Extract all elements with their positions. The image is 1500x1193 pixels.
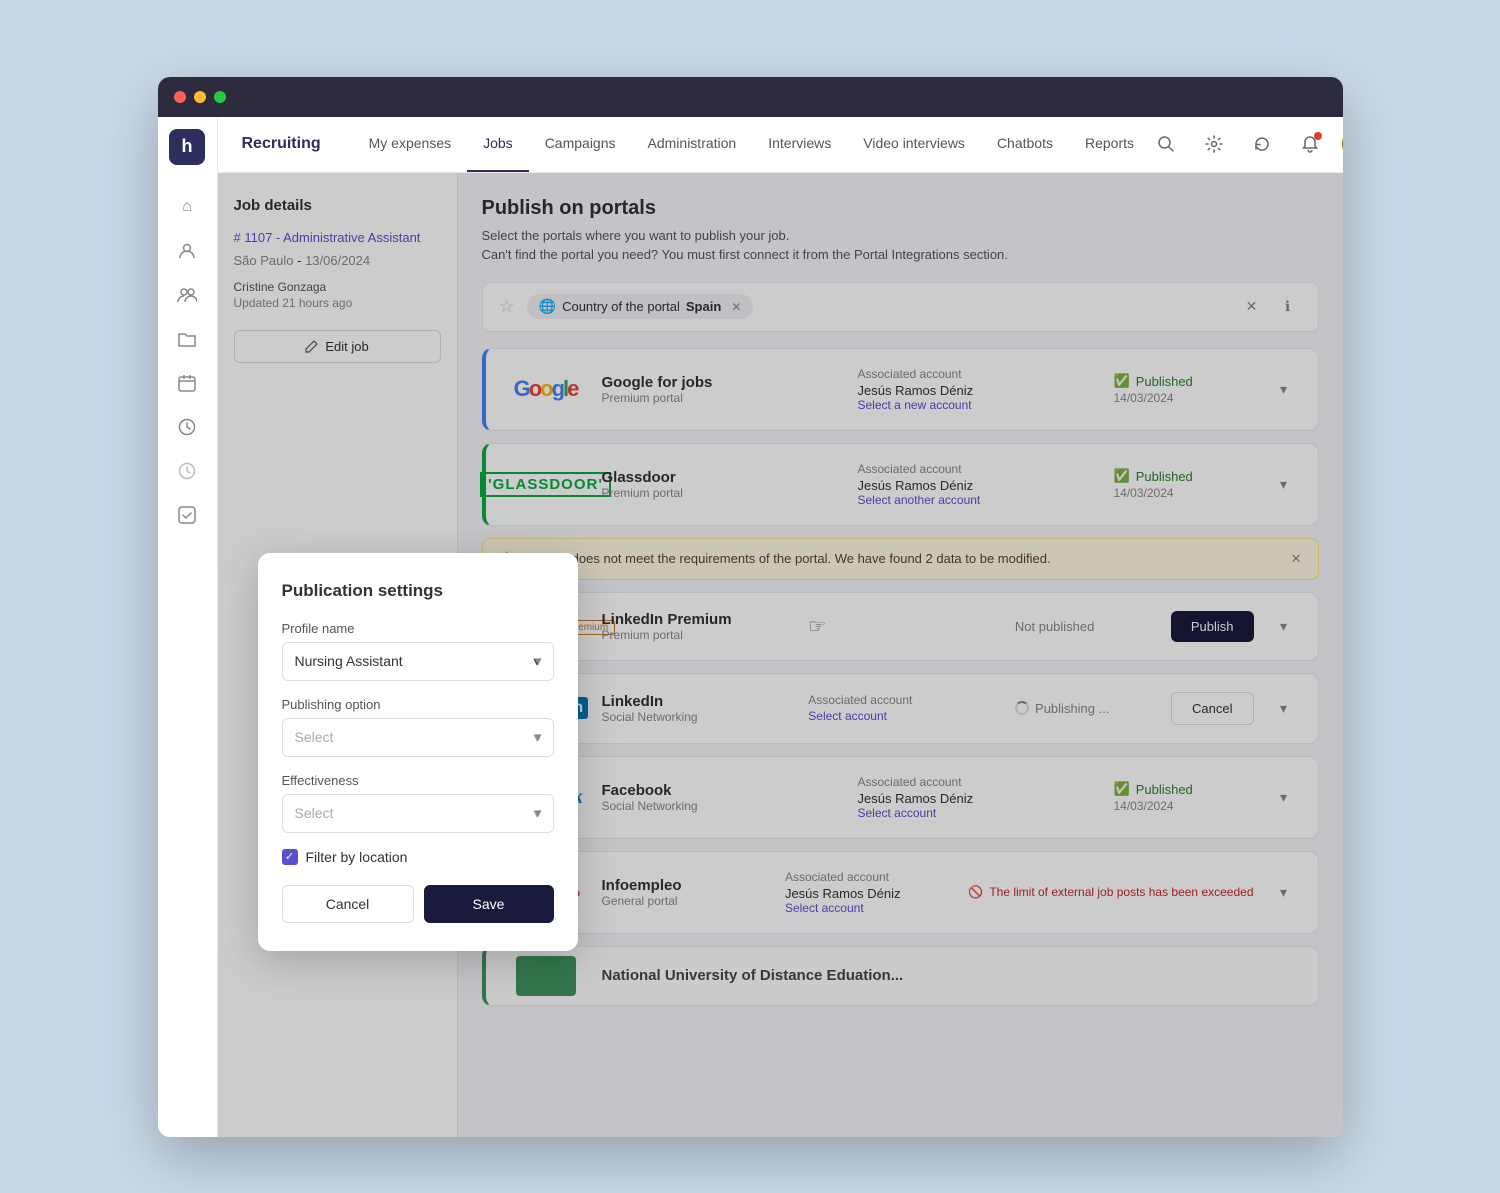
browser-dot-yellow[interactable] xyxy=(194,91,206,103)
sidebar-icon-calendar[interactable] xyxy=(169,365,205,401)
effectiveness-select[interactable]: Select ▾ xyxy=(282,794,554,833)
browser-dot-red[interactable] xyxy=(174,91,186,103)
notifications-icon[interactable] xyxy=(1294,128,1326,160)
sidebar-icon-folder[interactable] xyxy=(169,321,205,357)
nav-item-campaigns[interactable]: Campaigns xyxy=(529,117,632,173)
chevron-down-icon-3: ▾ xyxy=(533,805,540,822)
nav-brand: Recruiting xyxy=(242,135,321,153)
sidebar-icon-clock[interactable] xyxy=(169,409,205,445)
profile-name-value: Nursing Assistant xyxy=(295,653,403,669)
publishing-option-select[interactable]: Select ▾ xyxy=(282,718,554,757)
publication-settings-modal: Publication settings Profile name Nursin… xyxy=(258,553,578,951)
nav-item-chatbots[interactable]: Chatbots xyxy=(981,117,1069,173)
left-sidebar: h ⌂ xyxy=(158,117,218,1137)
publishing-option-placeholder: Select xyxy=(295,729,334,745)
search-icon[interactable] xyxy=(1150,128,1182,160)
nav-items: My expenses Jobs Campaigns Administratio… xyxy=(353,117,1150,173)
nav-item-administration[interactable]: Administration xyxy=(632,117,753,173)
notification-badge xyxy=(1314,132,1322,140)
chevron-down-icon-2: ▾ xyxy=(533,729,540,746)
publishing-option-label: Publishing option xyxy=(282,697,554,712)
publishing-option-group: Publishing option Select ▾ xyxy=(282,697,554,757)
nav-item-my-expenses[interactable]: My expenses xyxy=(353,117,467,173)
publishing-option-select-wrapper: Select ▾ xyxy=(282,718,554,757)
nav-item-reports[interactable]: Reports xyxy=(1069,117,1150,173)
filter-location-label: Filter by location xyxy=(306,849,408,865)
sidebar-icon-home[interactable]: ⌂ xyxy=(169,189,205,225)
sidebar-icon-person[interactable] xyxy=(169,233,205,269)
nav-item-video-interviews[interactable]: Video interviews xyxy=(847,117,981,173)
sidebar-icon-check[interactable] xyxy=(169,497,205,533)
filter-location-row: Filter by location xyxy=(282,849,554,865)
nav-item-jobs[interactable]: Jobs xyxy=(467,117,529,173)
nav-item-interviews[interactable]: Interviews xyxy=(752,117,847,173)
effectiveness-group: Effectiveness Select ▾ xyxy=(282,773,554,833)
effectiveness-placeholder: Select xyxy=(295,805,334,821)
modal-title: Publication settings xyxy=(282,581,554,601)
chevron-down-icon: ▾ xyxy=(533,653,540,670)
profile-name-select[interactable]: Nursing Assistant ▾ xyxy=(282,642,554,681)
sidebar-icon-people[interactable] xyxy=(169,277,205,313)
modal-save-button[interactable]: Save xyxy=(424,885,554,923)
top-nav: Recruiting My expenses Jobs Campaigns Ad… xyxy=(218,117,1343,173)
profile-name-label: Profile name xyxy=(282,621,554,636)
modal-actions: Cancel Save xyxy=(282,885,554,923)
effectiveness-select-wrapper: Select ▾ xyxy=(282,794,554,833)
profile-name-select-wrapper: Nursing Assistant ▾ xyxy=(282,642,554,681)
app-logo: h xyxy=(169,129,205,165)
sidebar-icon-clock2[interactable] xyxy=(169,453,205,489)
profile-name-group: Profile name Nursing Assistant ▾ xyxy=(282,621,554,681)
browser-chrome xyxy=(158,77,1343,117)
settings-icon[interactable] xyxy=(1198,128,1230,160)
modal-cancel-button[interactable]: Cancel xyxy=(282,885,414,923)
browser-dot-green[interactable] xyxy=(214,91,226,103)
effectiveness-label: Effectiveness xyxy=(282,773,554,788)
refresh-icon[interactable] xyxy=(1246,128,1278,160)
filter-location-checkbox[interactable] xyxy=(282,849,298,865)
nav-actions xyxy=(1150,128,1342,160)
